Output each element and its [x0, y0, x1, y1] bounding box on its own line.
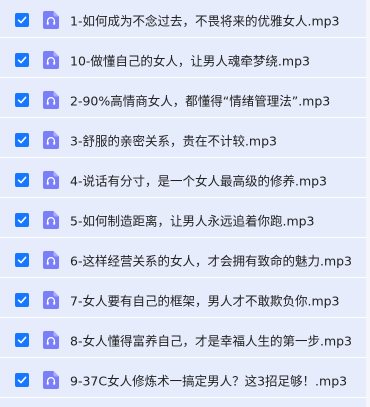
file-name[interactable]: 3-舒服的亲密关系，贵在不计较.mp3 — [70, 130, 277, 149]
checkbox-checked-icon[interactable] — [15, 12, 29, 27]
audio-file-icon — [43, 170, 59, 189]
file-name[interactable]: 2-90%高情商女人，都懂得“情绪管理法”.mp3 — [70, 90, 330, 109]
audio-file-icon — [43, 370, 59, 389]
file-row[interactable]: 2-90%高情商女人，都懂得“情绪管理法”.mp3 — [0, 82, 366, 118]
audio-file-icon — [43, 90, 59, 109]
checkbox-checked-icon[interactable] — [15, 132, 29, 147]
audio-file-icon — [43, 210, 59, 229]
audio-file-icon — [43, 50, 59, 69]
file-name[interactable]: 9-37C女人修炼术一搞定男人？这3招足够！.mp3 — [70, 370, 347, 389]
checkbox-checked-icon[interactable] — [15, 172, 29, 187]
checkbox-checked-icon[interactable] — [15, 252, 29, 267]
file-row[interactable]: 10-做懂自己的女人，让男人魂牵梦绕.mp3 — [0, 42, 366, 78]
file-row[interactable]: 6-这样经营关系的女人，才会拥有致命的魅力.mp3 — [0, 242, 366, 278]
file-row[interactable]: 1-如何成为不念过去，不畏将来的优雅女人.mp3 — [0, 2, 366, 38]
file-name[interactable]: 4-说话有分寸，是一个女人最高级的修养.mp3 — [70, 170, 327, 189]
file-name[interactable]: 5-如何制造距离，让男人永远追着你跑.mp3 — [70, 210, 315, 229]
audio-file-icon — [43, 290, 59, 309]
checkbox-checked-icon[interactable] — [15, 292, 29, 307]
checkbox-checked-icon[interactable] — [15, 332, 29, 347]
file-name[interactable]: 10-做懂自己的女人，让男人魂牵梦绕.mp3 — [70, 50, 310, 69]
checkbox-checked-icon[interactable] — [15, 52, 29, 67]
file-row[interactable]: 5-如何制造距离，让男人永远追着你跑.mp3 — [0, 202, 366, 238]
checkbox-checked-icon[interactable] — [15, 212, 29, 227]
checkbox-checked-icon[interactable] — [15, 372, 29, 387]
file-row[interactable]: 9-37C女人修炼术一搞定男人？这3招足够！.mp3 — [0, 362, 366, 398]
scroll-edge — [366, 0, 370, 407]
audio-file-icon — [43, 10, 59, 29]
audio-file-icon — [43, 250, 59, 269]
audio-file-icon — [43, 330, 59, 349]
audio-file-icon — [43, 130, 59, 149]
file-name[interactable]: 1-如何成为不念过去，不畏将来的优雅女人.mp3 — [70, 10, 340, 29]
file-row[interactable]: 8-女人懂得富养自己，才是幸福人生的第一步.mp3 — [0, 322, 366, 358]
checkbox-checked-icon[interactable] — [15, 92, 29, 107]
file-row[interactable]: 4-说话有分寸，是一个女人最高级的修养.mp3 — [0, 162, 366, 198]
file-name[interactable]: 8-女人懂得富养自己，才是幸福人生的第一步.mp3 — [70, 330, 352, 349]
file-name[interactable]: 6-这样经营关系的女人，才会拥有致命的魅力.mp3 — [70, 250, 352, 269]
file-row[interactable]: 3-舒服的亲密关系，贵在不计较.mp3 — [0, 122, 366, 158]
file-row[interactable]: 7-女人要有自己的框架，男人才不敢欺负你.mp3 — [0, 282, 366, 318]
file-name[interactable]: 7-女人要有自己的框架，男人才不敢欺负你.mp3 — [70, 290, 340, 309]
file-list: 1-如何成为不念过去，不畏将来的优雅女人.mp3 10-做懂自己的女人，让男人魂… — [0, 0, 370, 407]
